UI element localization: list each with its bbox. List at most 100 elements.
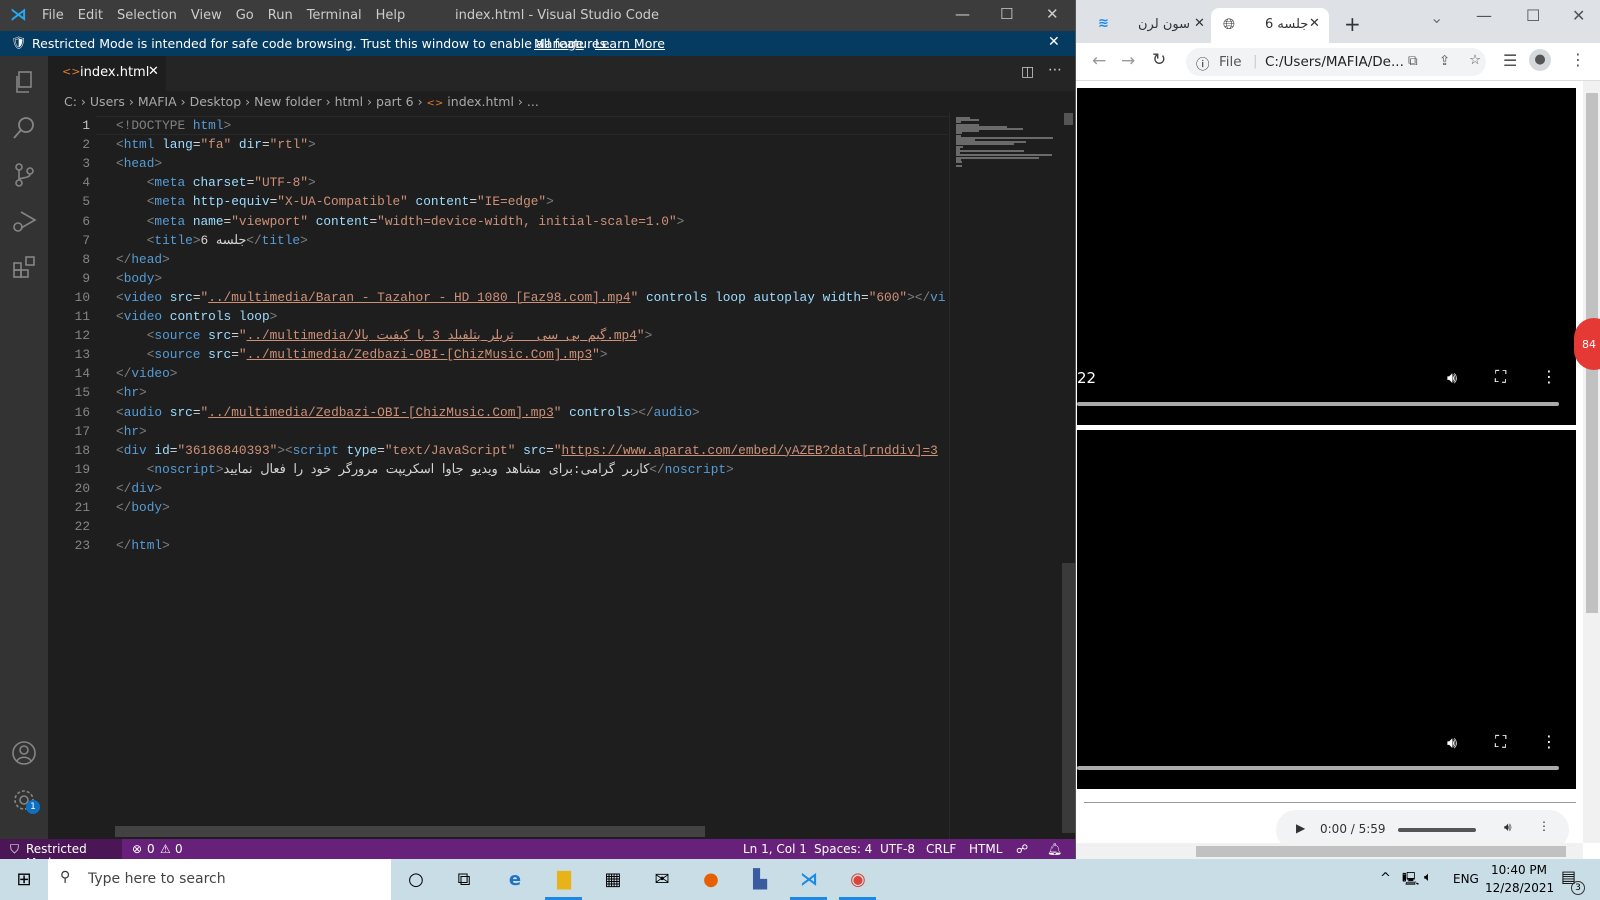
menu-terminal[interactable]: Terminal (307, 8, 362, 23)
extensions-icon[interactable] (10, 253, 38, 281)
indentation[interactable]: Spaces: 4 (814, 842, 872, 856)
error-count[interactable]: 0 (147, 842, 155, 856)
code-line[interactable]: <video controls loop> (116, 307, 277, 326)
fullscreen-icon[interactable]: ⛶ (1495, 732, 1506, 752)
page-horizontal-scrollbar[interactable] (1076, 843, 1583, 859)
source-control-icon[interactable] (10, 161, 38, 189)
volume-icon[interactable]: 🔊︎ (1504, 820, 1512, 835)
notification-badge[interactable]: 84 (1574, 318, 1600, 370)
more-actions-icon[interactable]: ⋯ (1048, 62, 1062, 78)
editor-horizontal-scrollbar[interactable] (115, 826, 705, 837)
maximize-button[interactable]: ☐ (1000, 5, 1013, 23)
errors-icon[interactable]: ⊗ (132, 842, 142, 856)
volume-icon[interactable]: 🔊︎ (1447, 733, 1457, 753)
forward-icon[interactable]: → (1121, 51, 1135, 71)
volume-icon[interactable]: 🔊︎ (1447, 368, 1457, 388)
breadcrumb-item[interactable]: Users (90, 94, 125, 109)
code-line[interactable]: <!DOCTYPE html> (116, 116, 231, 135)
show-hidden-icons[interactable]: ^ (1380, 871, 1391, 886)
more-options-icon[interactable]: ⋮ (1541, 732, 1557, 751)
more-options-icon[interactable]: ⋮ (1541, 367, 1557, 386)
account-icon[interactable] (10, 739, 38, 767)
address-input[interactable]: ⓘ File | C:/Users/MAFIA/De... ⧉ ⇪ ☆ (1186, 48, 1486, 76)
feedback-icon[interactable]: ☍ (1016, 842, 1028, 856)
share-icon[interactable]: ⇪ (1439, 53, 1450, 69)
edge-icon[interactable]: e (503, 868, 527, 892)
menu-selection[interactable]: Selection (117, 8, 177, 23)
firefox-icon[interactable]: ● (699, 868, 723, 892)
audio-seek-bar[interactable] (1398, 828, 1476, 832)
code-line[interactable]: </html> (116, 536, 170, 555)
cortana-icon[interactable]: ○ (404, 868, 428, 892)
warning-count[interactable]: 0 (175, 842, 183, 856)
minimap[interactable] (949, 113, 1061, 839)
taskbar-search[interactable]: ⚲ Type here to search (48, 859, 391, 900)
menu-help[interactable]: Help (376, 8, 406, 23)
network-icon[interactable]: 🖳 (1402, 870, 1419, 892)
encoding[interactable]: UTF-8 (880, 842, 915, 856)
video-player-1[interactable]: 22 🔊︎ ⛶ ⋮ (1077, 88, 1576, 425)
learn-more-link[interactable]: Learn More (595, 36, 665, 51)
input-language[interactable]: ENG (1453, 872, 1479, 886)
code-line[interactable]: </div> (116, 479, 162, 498)
code-line[interactable]: <body> (116, 269, 162, 288)
code-line[interactable]: <html lang="fa" dir="rtl"> (116, 135, 316, 154)
close-button[interactable]: ✕ (1572, 6, 1585, 25)
browser-tab-sevenlearn[interactable]: ≋ سون لرن ✕ (1084, 8, 1212, 43)
page-vertical-scrollbar[interactable] (1583, 81, 1600, 843)
vscode-taskbar-icon[interactable]: ⋊ (797, 868, 821, 892)
line-endings[interactable]: CRLF (926, 842, 956, 856)
maximize-button[interactable]: ☐ (1526, 6, 1540, 25)
breadcrumb-item[interactable]: New folder (254, 94, 322, 109)
back-icon[interactable]: ← (1092, 51, 1106, 71)
split-editor-icon[interactable]: ◫ (1021, 64, 1034, 80)
video-player-2[interactable]: 🔊︎ ⛶ ⋮ (1077, 430, 1576, 789)
close-tab-icon[interactable]: ✕ (1309, 16, 1320, 31)
mail-icon[interactable]: ✉ (650, 868, 674, 892)
start-windows-icon[interactable]: ⊞ (12, 868, 36, 892)
profile-avatar-icon[interactable]: ● (1529, 49, 1551, 71)
clock-date[interactable]: 12/28/2021 (1485, 881, 1554, 895)
breadcrumb-item[interactable]: MAFIA (138, 94, 177, 109)
media-control-icon[interactable]: ☰ (1503, 51, 1517, 70)
minimize-button[interactable]: — (1476, 6, 1492, 25)
translate-icon[interactable]: ⧉ (1408, 53, 1418, 69)
new-tab-button[interactable]: + (1344, 12, 1361, 36)
tab-search-icon[interactable]: ⌄ (1430, 8, 1443, 27)
run-debug-icon[interactable] (10, 207, 38, 235)
video-progress-bar[interactable] (1077, 766, 1559, 770)
manage-link[interactable]: Manage (534, 36, 584, 51)
bookmark-star-icon[interactable]: ☆ (1469, 52, 1481, 68)
code-line[interactable]: <noscript>کاربر گرامی:برای مشاهد ویدیو ج… (116, 460, 734, 479)
cursor-position[interactable]: Ln 1, Col 1 (743, 842, 807, 856)
breadcrumb-item[interactable]: html (335, 94, 363, 109)
search-icon[interactable] (10, 114, 38, 142)
close-tab-icon[interactable]: ✕ (148, 64, 159, 79)
code-line[interactable]: </body> (116, 498, 170, 517)
file-explorer-icon[interactable]: ▇ (552, 868, 576, 892)
code-line[interactable]: <hr> (116, 422, 147, 441)
menu-go[interactable]: Go (236, 8, 254, 23)
language-mode[interactable]: HTML (969, 842, 1002, 856)
close-banner-icon[interactable]: ✕ (1048, 34, 1060, 50)
close-tab-icon[interactable]: ✕ (1194, 16, 1205, 31)
warnings-icon[interactable]: ⚠ (160, 842, 171, 856)
browser-tab-active[interactable]: 🌐︎ جلسه 6 ✕ (1211, 8, 1329, 43)
breadcrumb-item[interactable]: index.html (447, 94, 514, 109)
browser-menu-icon[interactable]: ⋮ (1570, 50, 1586, 69)
close-button[interactable]: ✕ (1046, 5, 1059, 23)
notifications-bell-icon[interactable]: 🔔︎ (1047, 842, 1062, 856)
video-progress-bar[interactable] (1077, 402, 1559, 406)
editor-vertical-scrollbar[interactable] (1062, 113, 1075, 839)
code-line[interactable]: <head> (116, 154, 162, 173)
reload-icon[interactable]: ↻ (1152, 50, 1166, 70)
store-icon[interactable]: ▦ (601, 868, 625, 892)
more-options-icon[interactable]: ⋮ (1538, 819, 1550, 833)
breadcrumb-item[interactable]: C: (64, 94, 77, 109)
code-line[interactable]: <source src="../multimedia/Zedbazi-OBI-[… (116, 345, 608, 364)
menu-view[interactable]: View (191, 8, 222, 23)
play-icon[interactable]: ▶ (1296, 821, 1305, 835)
code-line[interactable]: <div id="36186840393"><script type="text… (116, 441, 938, 460)
code-line[interactable]: </video> (116, 364, 177, 383)
fullscreen-icon[interactable]: ⛶ (1495, 367, 1506, 387)
